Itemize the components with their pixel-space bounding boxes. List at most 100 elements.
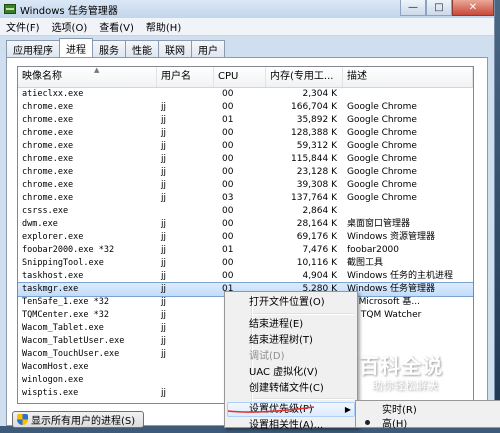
table-row[interactable]: chrome.exe jj 00 23,128 K Google Chrome <box>18 166 473 179</box>
cell-cpu: 00 <box>222 232 234 242</box>
menu-file[interactable]: 文件(F) <box>0 19 46 34</box>
cell-user-name: jj <box>161 284 167 294</box>
table-row[interactable]: chrome.exe jj 03 137,764 K Google Chrome <box>18 192 473 205</box>
menu-debug: 调试(D) <box>249 351 285 362</box>
cell-memory: 2,304 K <box>302 89 337 99</box>
table-row[interactable]: chrome.exe jj 00 59,312 K Google Chrome <box>18 140 473 153</box>
column-cpu[interactable]: CPU <box>214 67 266 87</box>
cell-user-name: jj <box>161 232 167 242</box>
task-manager-icon <box>4 4 16 14</box>
window-title: Windows 任务管理器 <box>20 5 118 17</box>
table-row[interactable]: chrome.exe jj 00 39,308 K Google Chrome <box>18 179 473 192</box>
column-memory[interactable]: 内存(专用工... <box>266 67 343 87</box>
menu-end-process[interactable]: 结束进程(E) <box>249 317 303 332</box>
table-row[interactable]: dwm.exe jj 00 28,164 K 桌面窗口管理器 <box>18 218 473 231</box>
menu-create-dump-file[interactable]: 创建转储文件(C) <box>249 381 324 396</box>
priority-high[interactable]: 高(H) <box>382 417 407 432</box>
cell-image-name: TQMCenter.exe *32 <box>22 310 109 320</box>
cell-cpu: 00 <box>222 219 234 229</box>
menu-view[interactable]: 查看(V) <box>93 19 140 34</box>
watermark-subtitle: 助你轻松解决 <box>372 379 438 392</box>
cell-image-name: atieclxx.exe <box>22 89 84 99</box>
table-row[interactable]: SnippingTool.exe jj 00 10,116 K 截图工具 <box>18 257 473 270</box>
cell-description <box>343 205 473 218</box>
cell-description: Google Chrome <box>347 154 417 164</box>
cell-description: Google Chrome <box>347 180 417 190</box>
priority-realtime[interactable]: 实时(R) <box>382 403 417 418</box>
cell-image-name: chrome.exe <box>22 115 74 125</box>
table-row[interactable]: chrome.exe jj 00 166,704 K Google Chrome <box>18 101 473 114</box>
menu-uac-virtualization[interactable]: UAC 虚拟化(V) <box>249 365 318 380</box>
cell-memory: 115,844 K <box>291 154 337 164</box>
cell-image-name: chrome.exe <box>22 193 74 203</box>
priority-submenu: 实时(R) 高(H) <box>355 400 500 430</box>
menu-end-process-tree[interactable]: 结束进程树(T) <box>249 333 313 348</box>
watermark-title: 百科全说 <box>359 354 443 378</box>
table-row[interactable]: explorer.exe jj 00 69,176 K Windows 资源管理器 <box>18 231 473 244</box>
cell-cpu: 00 <box>222 206 234 216</box>
cell-memory: 35,892 K <box>296 115 337 125</box>
table-row[interactable]: csrss.exe 00 2,864 K <box>18 205 473 218</box>
minimize-button[interactable]: — <box>400 0 426 16</box>
cell-image-name: chrome.exe <box>22 102 74 112</box>
cell-description: fe Microsoft 基... <box>347 297 420 307</box>
cell-cpu: 00 <box>222 167 234 177</box>
table-row[interactable]: atieclxx.exe 00 2,304 K <box>18 88 473 101</box>
cell-description <box>343 335 473 348</box>
cell-memory: 10,116 K <box>296 258 337 268</box>
cell-cpu: 00 <box>222 102 234 112</box>
tab-applications[interactable]: 应用程序 <box>6 40 60 57</box>
cell-user-name: jj <box>161 297 167 307</box>
show-all-processes-button[interactable]: 显示所有用户的进程(S) <box>12 411 145 428</box>
table-row[interactable]: chrome.exe jj 01 35,892 K Google Chrome <box>18 114 473 127</box>
table-row[interactable]: taskhost.exe jj 00 4,904 K Windows 任务的主机进程 <box>18 270 473 283</box>
cell-image-name: chrome.exe <box>22 167 74 177</box>
cell-user-name: jj <box>161 141 167 151</box>
submenu-arrow-icon: ▶ <box>344 405 351 414</box>
menu-open-file-location[interactable]: 打开文件位置(O) <box>249 295 325 310</box>
close-button[interactable]: ✕ <box>452 0 494 16</box>
cell-cpu: 01 <box>222 115 234 125</box>
cell-image-name: csrss.exe <box>22 206 69 216</box>
cell-description: foobar2000 <box>347 245 400 255</box>
menu-help[interactable]: 帮助(H) <box>140 19 187 34</box>
menu-bar: 文件(F) 选项(O) 查看(V) 帮助(H) <box>0 18 494 36</box>
column-description[interactable]: 描述 <box>343 67 473 87</box>
cell-user-name: jj <box>161 245 167 255</box>
menu-separator <box>253 313 354 315</box>
cell-description: Windows 任务的主机进程 <box>347 271 454 281</box>
cell-memory: 28,164 K <box>296 219 337 229</box>
cell-user-name: jj <box>161 258 167 268</box>
cell-image-name: dwm.exe <box>22 219 58 229</box>
tab-networking[interactable]: 联网 <box>158 40 192 57</box>
cell-cpu: 00 <box>222 89 234 99</box>
tab-processes[interactable]: 进程 <box>59 38 93 57</box>
cell-image-name: taskhost.exe <box>22 271 84 281</box>
cell-image-name: wisptis.exe <box>22 388 79 398</box>
menu-options[interactable]: 选项(O) <box>46 19 94 34</box>
cell-description: 桌面窗口管理器 <box>347 219 411 229</box>
column-image-name[interactable]: 映像名称 ▲ <box>18 67 157 87</box>
cell-user-name: jj <box>161 349 167 359</box>
column-user-name[interactable]: 用户名 <box>157 67 214 87</box>
cell-image-name: foobar2000.exe *32 <box>22 245 115 255</box>
cell-cpu: 00 <box>222 154 234 164</box>
cell-image-name: WacomHost.exe <box>22 362 89 372</box>
table-row[interactable]: chrome.exe jj 00 128,388 K Google Chrome <box>18 127 473 140</box>
table-row[interactable]: chrome.exe jj 00 115,844 K Google Chrome <box>18 153 473 166</box>
cell-cpu: 00 <box>222 271 234 281</box>
red-underline-annotation <box>227 406 315 413</box>
tab-performance[interactable]: 性能 <box>125 40 159 57</box>
tab-users[interactable]: 用户 <box>191 40 225 57</box>
maximize-button[interactable]: □ <box>426 0 452 16</box>
cell-user-name: jj <box>161 219 167 229</box>
table-row[interactable]: foobar2000.exe *32 jj 01 7,476 K foobar2000 <box>18 244 473 257</box>
tab-services[interactable]: 服务 <box>92 40 126 57</box>
cell-description: Google Chrome <box>347 128 417 138</box>
cell-user-name: jj <box>161 115 167 125</box>
cell-cpu: 01 <box>222 245 234 255</box>
title-bar[interactable]: Windows 任务管理器 — □ ✕ <box>0 0 494 18</box>
cell-user-name: jj <box>161 167 167 177</box>
cell-user-name <box>157 88 214 101</box>
cell-description: Windows 资源管理器 <box>347 232 436 242</box>
